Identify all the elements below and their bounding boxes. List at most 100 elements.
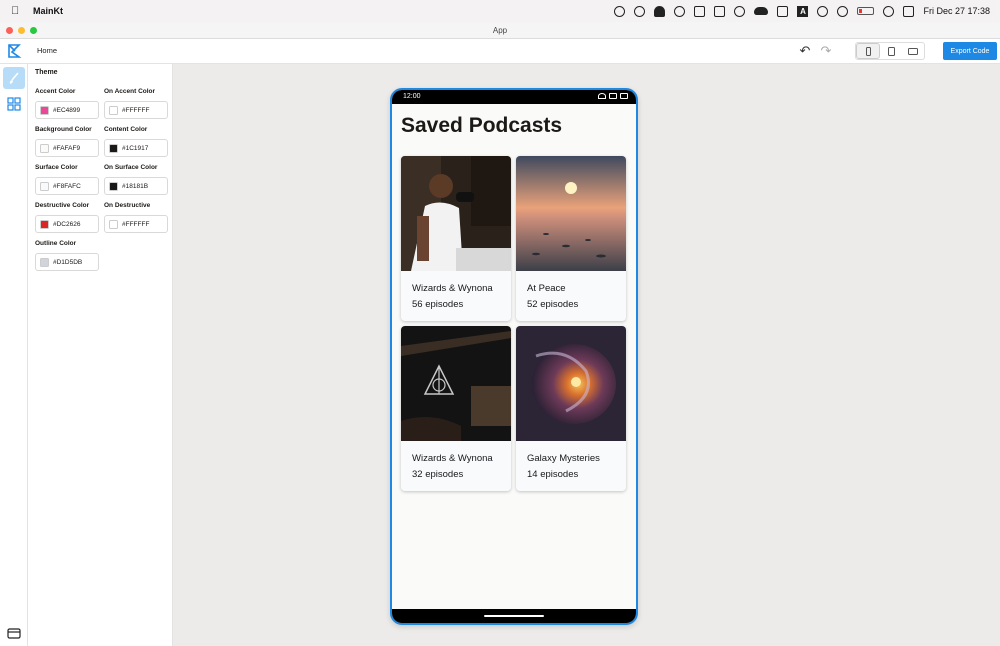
color-swatch[interactable]: [109, 181, 118, 191]
panel-title: Theme: [35, 69, 58, 76]
signal-icon: [609, 93, 617, 99]
search-icon[interactable]: [817, 5, 829, 17]
field-label: Surface Color: [35, 164, 78, 171]
episode-count: 32 episodes: [412, 469, 464, 480]
status-icon[interactable]: [777, 5, 789, 17]
app-logo-icon: [8, 44, 22, 58]
app-menu-name[interactable]: MainKt: [33, 6, 63, 16]
color-swatch[interactable]: [109, 219, 118, 229]
export-code-button[interactable]: Export Code: [943, 42, 997, 60]
minimize-window-button[interactable]: [18, 27, 25, 34]
field-label: On Surface Color: [104, 164, 158, 171]
color-input[interactable]: #EC4899: [35, 101, 99, 119]
surface-color-field: Surface Color #F8FAFC: [35, 164, 99, 195]
color-input[interactable]: #1C1917: [104, 139, 168, 157]
status-icon[interactable]: [734, 5, 746, 17]
phone-status-bar: 12:00: [392, 90, 636, 104]
play-icon[interactable]: [674, 5, 686, 17]
color-value: #EC4899: [53, 106, 81, 114]
breadcrumb[interactable]: Home: [37, 46, 57, 55]
status-icon[interactable]: [694, 5, 706, 17]
theme-tool-button[interactable]: [3, 67, 25, 89]
window-titlebar: App: [0, 22, 1000, 39]
color-input[interactable]: #F8FAFC: [35, 177, 99, 195]
color-value: #FFFFFF: [122, 106, 150, 114]
color-swatch[interactable]: [40, 219, 49, 229]
color-input[interactable]: #18181B: [104, 177, 168, 195]
desktop-preview-button[interactable]: [902, 43, 924, 59]
color-input[interactable]: #D1D5DB: [35, 253, 99, 271]
undo-icon[interactable]: ↶: [798, 44, 812, 58]
keyboard-input-icon[interactable]: A: [797, 5, 809, 17]
redo-icon[interactable]: ↷: [819, 44, 833, 58]
menu-clock[interactable]: Fri Dec 27 17:38: [923, 6, 990, 16]
color-swatch[interactable]: [40, 105, 49, 115]
field-label: On Accent Color: [104, 88, 156, 95]
left-rail: [0, 64, 28, 646]
apple-icon[interactable]: : [11, 5, 25, 17]
menu-bar:  MainKt A Fri Dec 27 17:38: [0, 0, 1000, 22]
episode-count: 14 episodes: [527, 469, 579, 480]
podcast-name: Wizards & Wynona: [412, 453, 493, 464]
tablet-icon: [887, 46, 895, 56]
wifi-icon[interactable]: [883, 5, 895, 17]
color-swatch[interactable]: [40, 257, 49, 267]
on-destructive-color-field: On Destructive #FFFFFF: [104, 202, 168, 233]
screen-title: Saved Podcasts: [401, 114, 563, 137]
field-label: Accent Color: [35, 88, 76, 95]
card-icon: [7, 628, 21, 639]
podcast-name: Wizards & Wynona: [412, 283, 493, 294]
components-tool-button[interactable]: [3, 93, 25, 115]
podcast-card[interactable]: Galaxy Mysteries 14 episodes: [516, 326, 626, 491]
device-selector: [855, 42, 925, 60]
field-label: Destructive Color: [35, 202, 90, 209]
status-icon[interactable]: [614, 5, 626, 17]
color-swatch[interactable]: [40, 143, 49, 153]
wifi-icon: [598, 93, 606, 99]
close-window-button[interactable]: [6, 27, 13, 34]
phone-preview[interactable]: 12:00 Saved Podcasts Wizards & Wynona 56…: [390, 88, 638, 625]
hat-icon[interactable]: [654, 5, 666, 17]
episode-count: 52 episodes: [527, 299, 579, 310]
battery-icon: [620, 93, 628, 99]
phone-status-icons: [598, 93, 628, 99]
color-swatch[interactable]: [40, 181, 49, 191]
color-input[interactable]: #FAFAF9: [35, 139, 99, 157]
maximize-window-button[interactable]: [30, 27, 37, 34]
theme-panel: Theme Accent Color #EC4899 On Accent Col…: [28, 64, 173, 646]
color-value: #18181B: [122, 182, 149, 190]
color-value: #F8FAFC: [53, 182, 81, 190]
phone-navigation-bar: [392, 609, 636, 623]
field-label: Outline Color: [35, 240, 77, 247]
status-icon[interactable]: [714, 5, 726, 17]
status-tray: A Fri Dec 27 17:38: [614, 5, 1000, 17]
field-label: Content Color: [104, 126, 148, 133]
phone-preview-button[interactable]: [856, 43, 880, 59]
podcast-card[interactable]: At Peace 52 episodes: [516, 156, 626, 321]
field-label: On Destructive: [104, 202, 151, 209]
color-input[interactable]: #DC2626: [35, 215, 99, 233]
status-icon[interactable]: [634, 5, 646, 17]
color-swatch[interactable]: [109, 105, 118, 115]
color-input[interactable]: #FFFFFF: [104, 215, 168, 233]
on-accent-color-field: On Accent Color #FFFFFF: [104, 88, 168, 119]
content-color-field: Content Color #1C1917: [104, 126, 168, 157]
cloud-icon[interactable]: [754, 7, 769, 15]
battery-icon[interactable]: [857, 7, 875, 15]
desktop-icon: [908, 47, 918, 55]
outline-color-field: Outline Color #D1D5DB: [35, 240, 99, 271]
cards-tool-button[interactable]: [3, 622, 25, 644]
color-input[interactable]: #FFFFFF: [104, 101, 168, 119]
podcast-cover-image: [516, 326, 626, 441]
app-toolbar: Home ↶ ↷ Export Code: [0, 39, 1000, 64]
clock-icon[interactable]: [837, 5, 849, 17]
home-indicator[interactable]: [484, 615, 544, 617]
podcast-name: Galaxy Mysteries: [527, 453, 600, 464]
color-value: #FFFFFF: [122, 220, 150, 228]
podcast-card[interactable]: Wizards & Wynona 56 episodes: [401, 156, 511, 321]
grid-icon: [7, 97, 21, 111]
podcast-card[interactable]: Wizards & Wynona 32 episodes: [401, 326, 511, 491]
color-swatch[interactable]: [109, 143, 118, 153]
control-center-icon[interactable]: [903, 5, 915, 17]
tablet-preview-button[interactable]: [880, 43, 902, 59]
